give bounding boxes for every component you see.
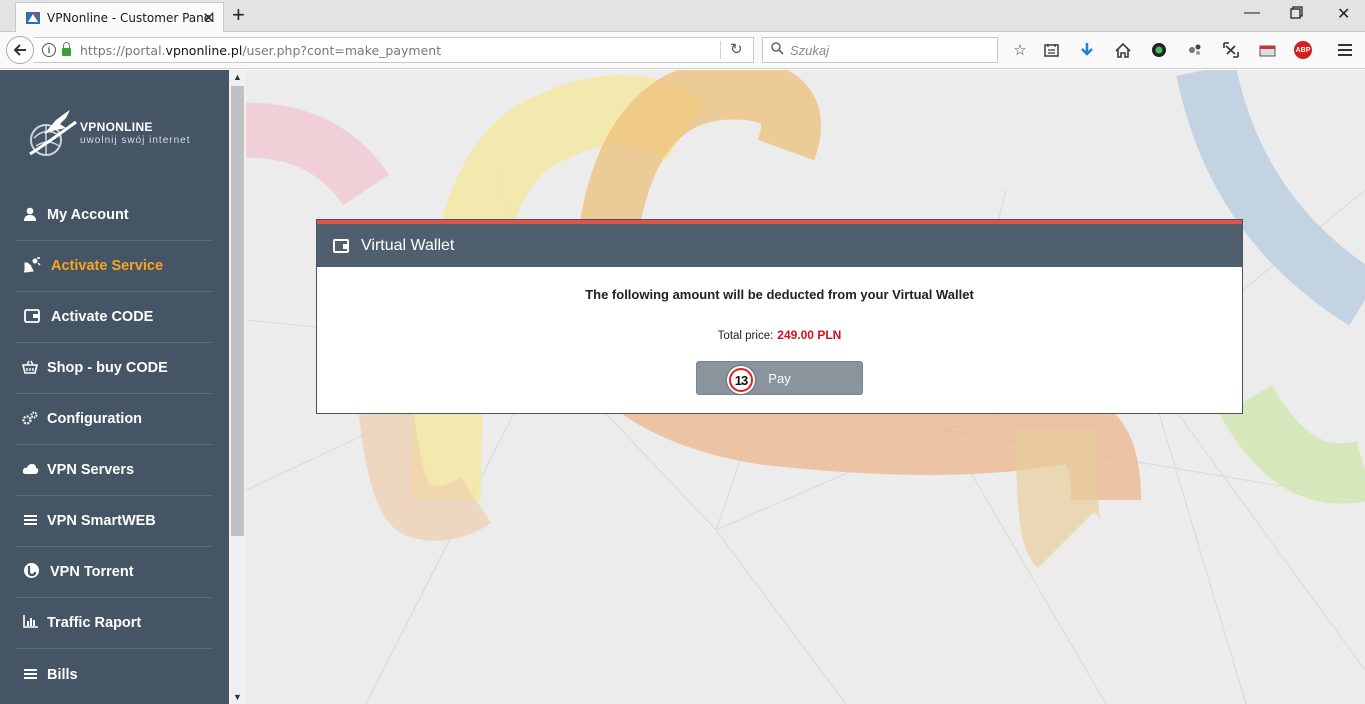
logo-name: VPNONLINE xyxy=(80,120,153,134)
screenshot-tool-icon[interactable] xyxy=(1221,40,1241,60)
torrent-icon xyxy=(20,562,42,582)
minimize-icon[interactable]: — xyxy=(1244,4,1260,22)
pay-button-label: Pay xyxy=(768,370,791,386)
total-price-row: Total price: 249.00 PLN xyxy=(317,328,1242,342)
sidebar-item-label: Configuration xyxy=(47,411,143,427)
pay-button[interactable]: 13 Pay xyxy=(696,361,863,395)
info-icon[interactable]: i xyxy=(42,43,56,57)
sidebar-item-traffic-raport[interactable]: Traffic Raport xyxy=(15,598,213,649)
reload-icon[interactable]: ↻ xyxy=(730,40,743,58)
arrow-left-icon xyxy=(13,44,26,56)
close-window-icon[interactable]: ✕ xyxy=(1337,4,1350,24)
bar-chart-icon xyxy=(19,615,41,631)
list-icon xyxy=(19,513,41,529)
downloads-icon[interactable] xyxy=(1077,40,1097,60)
logo-tagline: uwolnij swój internet xyxy=(80,135,191,146)
scroll-down-icon[interactable]: ▼ xyxy=(233,692,242,702)
sidebar-item-shop-buy-code[interactable]: Shop - buy CODE xyxy=(15,343,213,394)
user-icon xyxy=(19,207,41,224)
reading-list-icon[interactable] xyxy=(1041,40,1061,60)
url-divider xyxy=(720,41,721,59)
extension-dial-icon[interactable] xyxy=(1149,40,1169,60)
scroll-up-icon[interactable]: ▲ xyxy=(233,72,242,82)
extension-puzzle-icon[interactable] xyxy=(1185,40,1205,60)
sidebar-item-label: Activate Service xyxy=(51,258,164,274)
lock-icon xyxy=(62,42,71,56)
close-tab-icon[interactable]: ✕ xyxy=(202,9,215,27)
sidebar-item-my-account[interactable]: My Account xyxy=(15,190,213,241)
list-icon xyxy=(19,667,41,683)
url-bar[interactable]: i https://portal.vpnonline.pl/user.php?c… xyxy=(34,37,754,63)
restore-icon[interactable] xyxy=(1290,6,1303,24)
sidebar-item-label: VPN Servers xyxy=(47,462,135,478)
sidebar-item-configuration[interactable]: Configuration xyxy=(15,394,213,445)
deduction-message: The following amount will be deducted fr… xyxy=(585,287,974,302)
sidebar-item-label: Activate CODE xyxy=(51,309,154,325)
panel-header: Virtual Wallet xyxy=(317,224,1242,267)
wallet-icon xyxy=(21,308,43,326)
sidebar-item-label: Shop - buy CODE xyxy=(47,360,168,376)
sidebar-item-label: Bills xyxy=(47,666,78,683)
browser-nav-bar: i https://portal.vpnonline.pl/user.php?c… xyxy=(0,32,1365,69)
logo-surfer-icon xyxy=(29,110,77,156)
sidebar-scrollbar[interactable]: ▲ ▼ xyxy=(229,70,246,704)
sidebar: VPNONLINE uwolnij swój internet My Accou… xyxy=(0,70,229,704)
bookmark-star-icon[interactable]: ☆ xyxy=(1010,40,1030,60)
sidebar-item-label: Traffic Raport xyxy=(47,615,142,631)
wallet-icon xyxy=(333,238,349,253)
browser-tab-bar: VPNonline - Customer Panel ✕ + — ✕ xyxy=(0,0,1365,32)
virtual-wallet-panel: Virtual Wallet The following amount will… xyxy=(316,219,1243,414)
sidebar-item-activate-service[interactable]: Activate Service xyxy=(15,241,213,292)
sidebar-item-label: VPN SmartWEB xyxy=(47,513,156,529)
step-number-badge: 13 xyxy=(727,366,755,394)
scrollbar-thumb[interactable] xyxy=(231,86,244,536)
menu-hamburger-icon[interactable] xyxy=(1335,40,1355,60)
gears-icon xyxy=(19,411,41,428)
main-content: Virtual Wallet The following amount will… xyxy=(246,70,1365,704)
search-placeholder: Szukaj xyxy=(790,42,830,58)
url-text[interactable]: https://portal.vpnonline.pl/user.php?con… xyxy=(80,43,441,58)
search-input[interactable]: Szukaj xyxy=(762,37,998,63)
extension-window-icon[interactable] xyxy=(1257,40,1277,60)
new-tab-icon[interactable]: + xyxy=(232,4,245,26)
search-icon xyxy=(771,42,784,58)
sidebar-item-vpn-servers[interactable]: VPN Servers xyxy=(15,445,213,496)
sidebar-item-label: VPN Torrent xyxy=(50,564,134,580)
home-icon[interactable] xyxy=(1113,40,1133,60)
panel-title: Virtual Wallet xyxy=(361,236,455,254)
browser-tab[interactable]: VPNonline - Customer Panel ✕ xyxy=(15,2,224,32)
satellite-icon xyxy=(21,256,43,276)
cloud-icon xyxy=(19,462,41,478)
total-price-label: Total price: xyxy=(717,330,774,342)
url-domain: vpnonline.pl xyxy=(165,42,243,58)
sidebar-menu: My Account Activate Service Activate COD… xyxy=(15,190,213,700)
tab-title: VPNonline - Customer Panel xyxy=(47,10,215,25)
back-button[interactable] xyxy=(6,36,34,64)
sidebar-item-vpn-torrent[interactable]: VPN Torrent xyxy=(15,547,213,598)
basket-icon xyxy=(19,360,41,377)
total-price-value: 249.00 PLN xyxy=(777,328,842,342)
sidebar-item-label: My Account xyxy=(47,207,129,223)
sidebar-item-vpn-smartweb[interactable]: VPN SmartWEB xyxy=(15,496,213,547)
sidebar-item-bills[interactable]: Bills xyxy=(15,649,213,700)
sidebar-item-activate-code[interactable]: Activate CODE xyxy=(15,292,213,343)
site-favicon-icon xyxy=(26,11,40,24)
adblock-icon[interactable]: ABP xyxy=(1293,40,1313,60)
vpnonline-logo[interactable]: VPNONLINE uwolnij swój internet xyxy=(26,108,206,158)
